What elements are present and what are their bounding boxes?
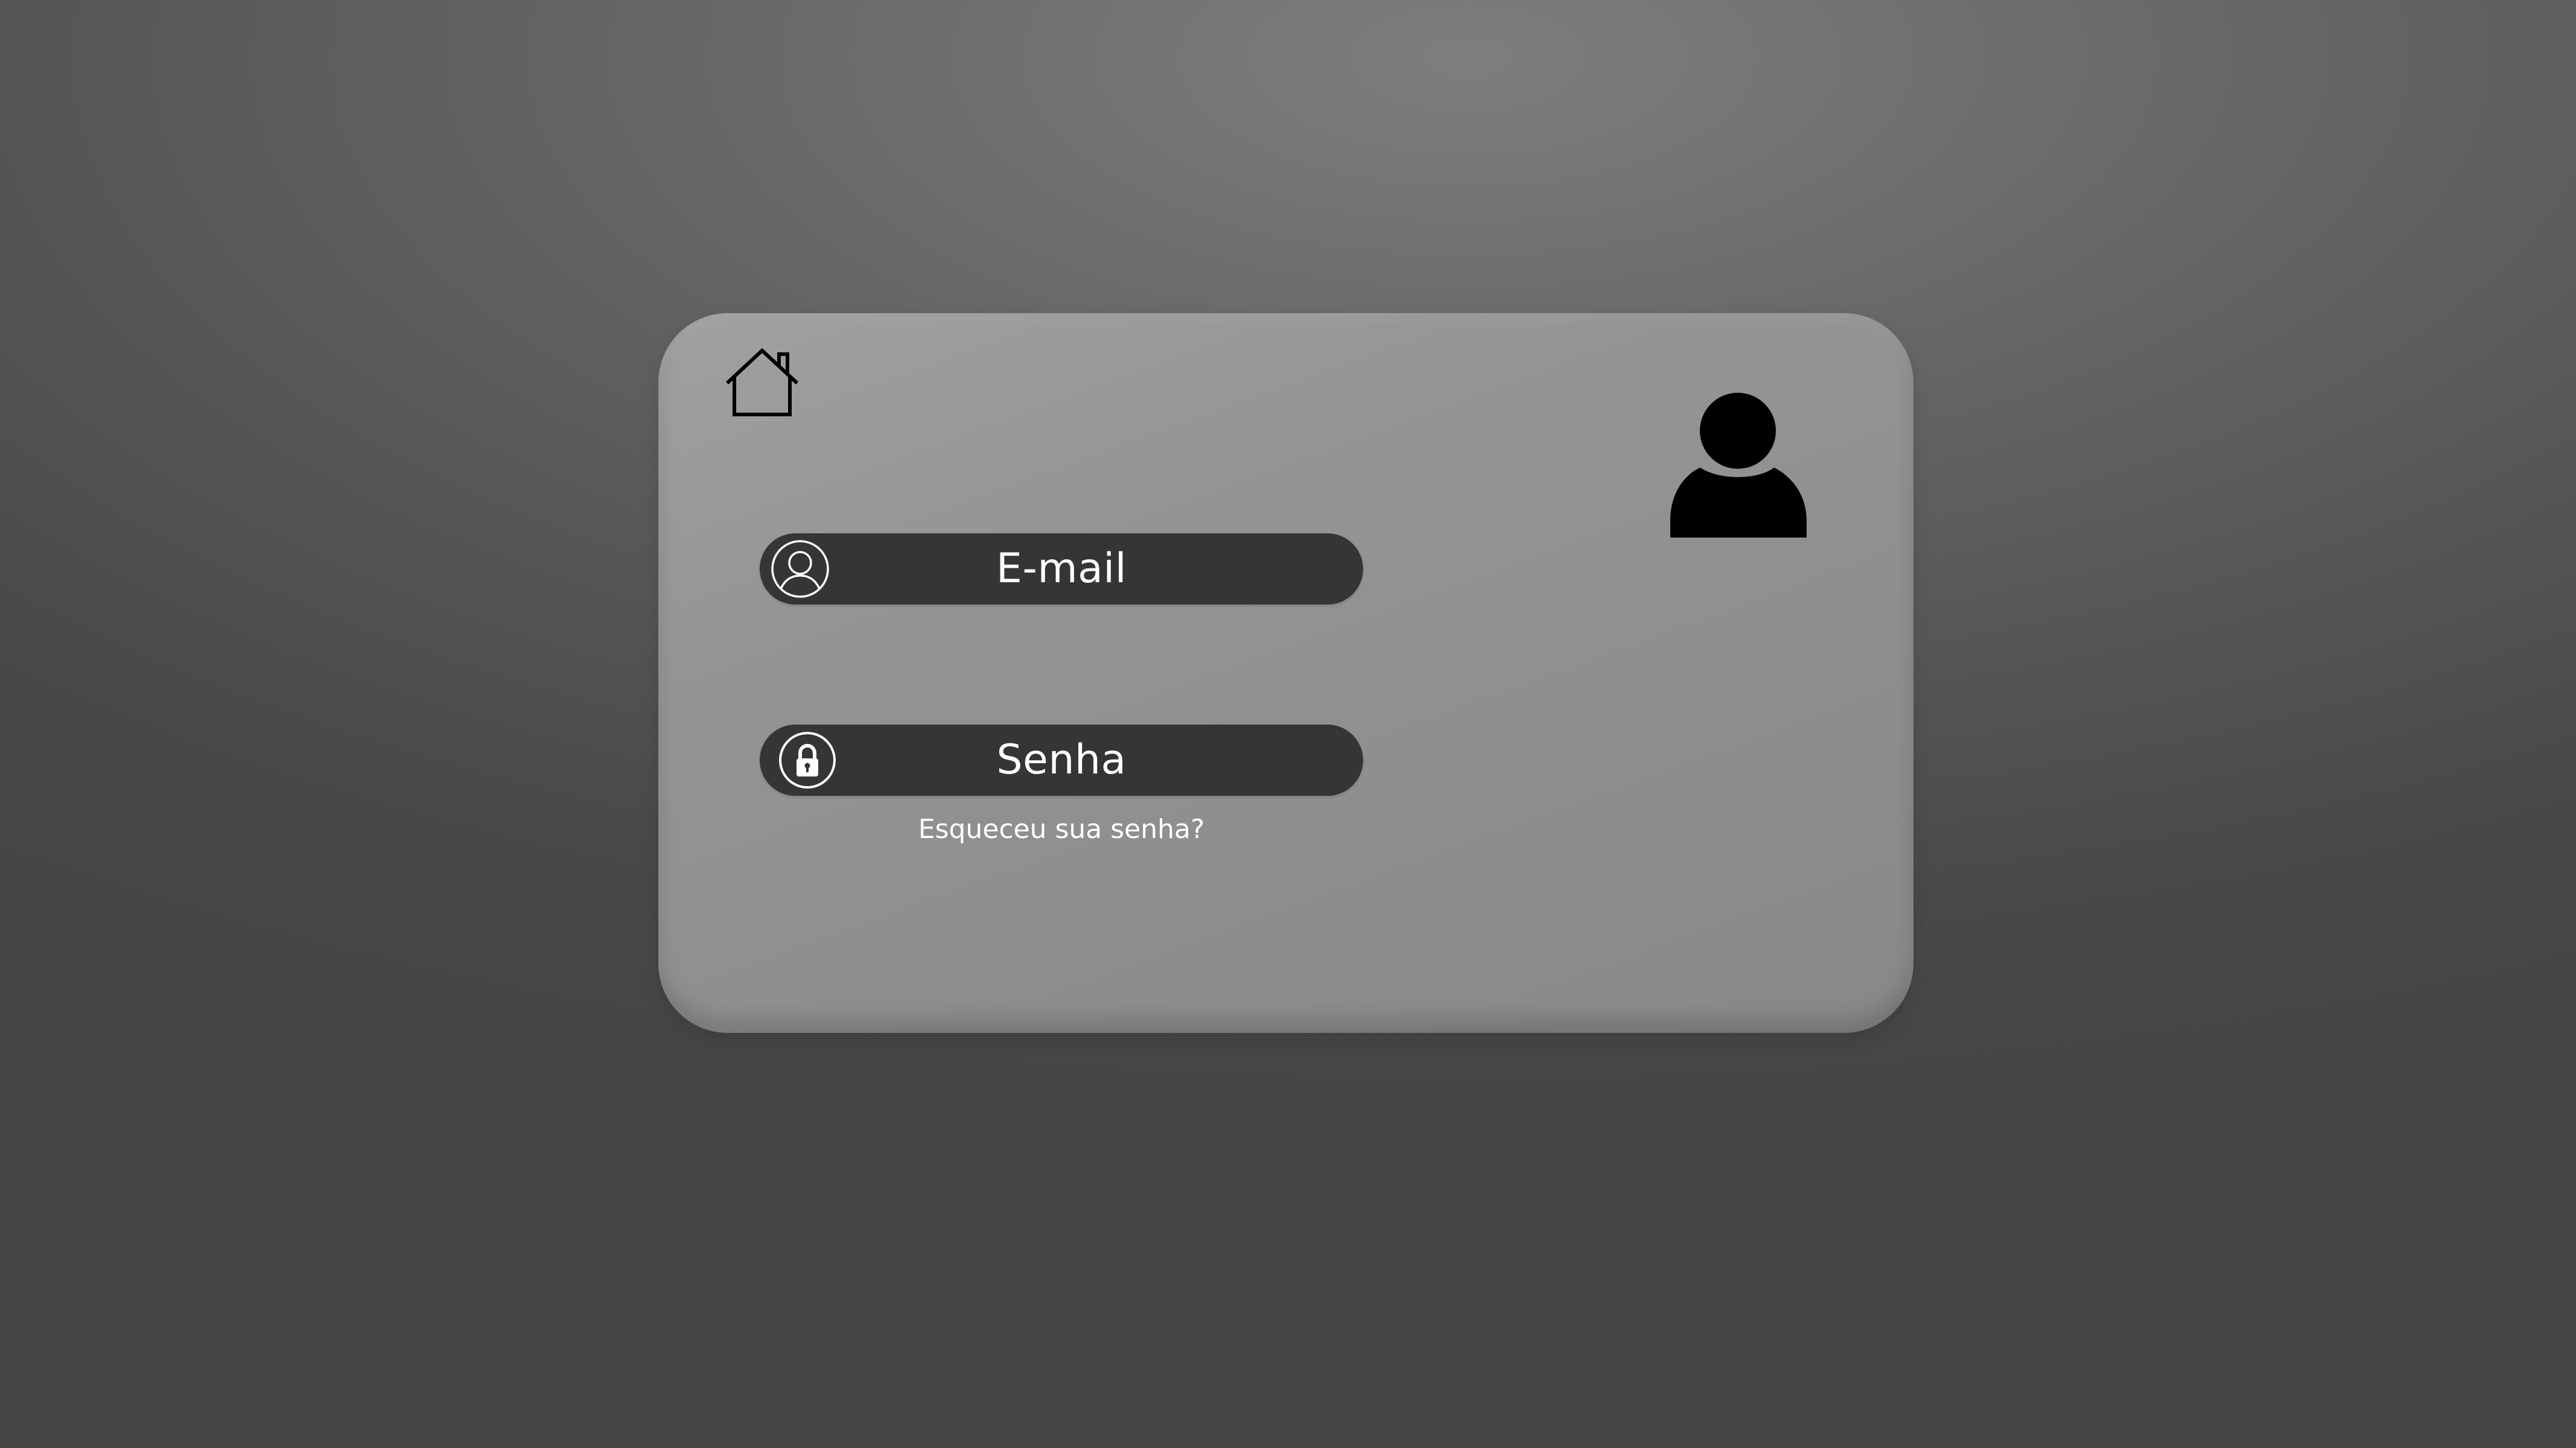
user-avatar — [1670, 393, 1815, 538]
home-icon — [725, 348, 799, 416]
user-avatar-icon — [1670, 393, 1807, 538]
password-field[interactable]: Senha — [760, 725, 1363, 796]
email-field[interactable]: E-mail — [760, 533, 1363, 605]
lock-circle-icon — [778, 731, 837, 790]
email-placeholder: E-mail — [996, 545, 1127, 592]
login-card: E-mail Senha Esqueceu sua senha? — [658, 313, 1913, 1033]
forgot-password-link[interactable]: Esqueceu sua senha? — [760, 814, 1363, 845]
user-circle-icon — [771, 539, 830, 599]
home-button[interactable] — [725, 347, 800, 418]
password-placeholder: Senha — [996, 736, 1127, 784]
